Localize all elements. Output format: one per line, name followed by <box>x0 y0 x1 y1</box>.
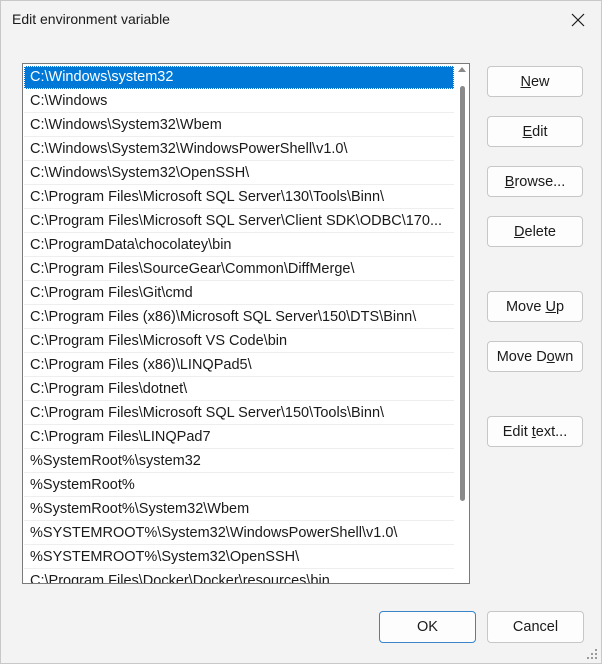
path-list-item[interactable]: C:\Program Files\Microsoft SQL Server\15… <box>24 402 454 425</box>
edit-text-button[interactable]: Edit t ext... <box>487 416 583 447</box>
path-list-item[interactable]: C:\Program Files\Microsoft VS Code\bin <box>24 330 454 353</box>
path-list-item[interactable]: C:\Program Files\SourceGear\Common\DiffM… <box>24 258 454 281</box>
scroll-thumb[interactable] <box>460 86 465 501</box>
delete-button[interactable]: Delete <box>487 216 583 247</box>
move-down-button[interactable]: Move Do wn <box>487 341 583 372</box>
close-icon <box>571 13 585 27</box>
path-list-item[interactable]: C:\Program Files\Docker\Docker\resources… <box>24 570 454 583</box>
path-list-item[interactable]: C:\Program Files (x86)\LINQPad5\ <box>24 354 454 377</box>
new-button[interactable]: New <box>487 66 583 97</box>
window-title: Edit environment variable <box>12 11 170 27</box>
path-list-item[interactable]: %SYSTEMROOT%\System32\OpenSSH\ <box>24 546 454 569</box>
edit-button[interactable]: Edit <box>487 116 583 147</box>
path-list-item[interactable]: C:\Program Files\Git\cmd <box>24 282 454 305</box>
path-list-item[interactable]: C:\Program Files (x86)\Microsoft SQL Ser… <box>24 306 454 329</box>
vertical-scrollbar[interactable] <box>455 64 469 583</box>
edit-environment-variable-dialog: Edit environment variable C:\Windows\sys… <box>0 0 602 664</box>
path-listbox[interactable]: C:\Windows\system32 C:\Windows C:\Windows\… <box>22 63 470 584</box>
path-list-item[interactable]: C:\Program Files\Microsoft SQL Server\Cl… <box>24 210 454 233</box>
path-list-item[interactable]: C:\ProgramData\chocolatey\bin <box>24 234 454 257</box>
cancel-button[interactable]: Cancel <box>487 611 584 643</box>
move-up-button[interactable]: Move Up <box>487 291 583 322</box>
title-bar[interactable]: Edit environment variable <box>1 1 601 39</box>
path-list-item[interactable]: C:\Windows\system32 <box>24 66 454 89</box>
resize-grip-icon[interactable] <box>586 648 598 660</box>
path-list-item[interactable]: C:\Windows\System32\OpenSSH\ <box>24 162 454 185</box>
path-list-item[interactable]: C:\Windows <box>24 90 454 113</box>
scroll-up-arrow-icon[interactable] <box>458 67 466 72</box>
path-list-item[interactable]: C:\Program Files\Microsoft SQL Server\13… <box>24 186 454 209</box>
browse-button[interactable]: Browse... <box>487 166 583 197</box>
path-list-item[interactable]: %SYSTEMROOT%\System32\WindowsPowerShell\… <box>24 522 454 545</box>
path-list-item[interactable]: C:\Program Files\LINQPad7 <box>24 426 454 449</box>
path-list-item[interactable]: %SystemRoot%\System32\Wbem <box>24 498 454 521</box>
path-list-item[interactable]: C:\Program Files\dotnet\ <box>24 378 454 401</box>
path-list-item[interactable]: %SystemRoot% <box>24 474 454 497</box>
path-list-item[interactable]: C:\Windows\System32\Wbem <box>24 114 454 137</box>
ok-button[interactable]: OK <box>379 611 476 643</box>
path-list-item[interactable]: C:\Windows\System32\WindowsPowerShell\v1… <box>24 138 454 161</box>
close-button[interactable] <box>555 1 601 39</box>
path-list-item[interactable]: %SystemRoot%\system32 <box>24 450 454 473</box>
